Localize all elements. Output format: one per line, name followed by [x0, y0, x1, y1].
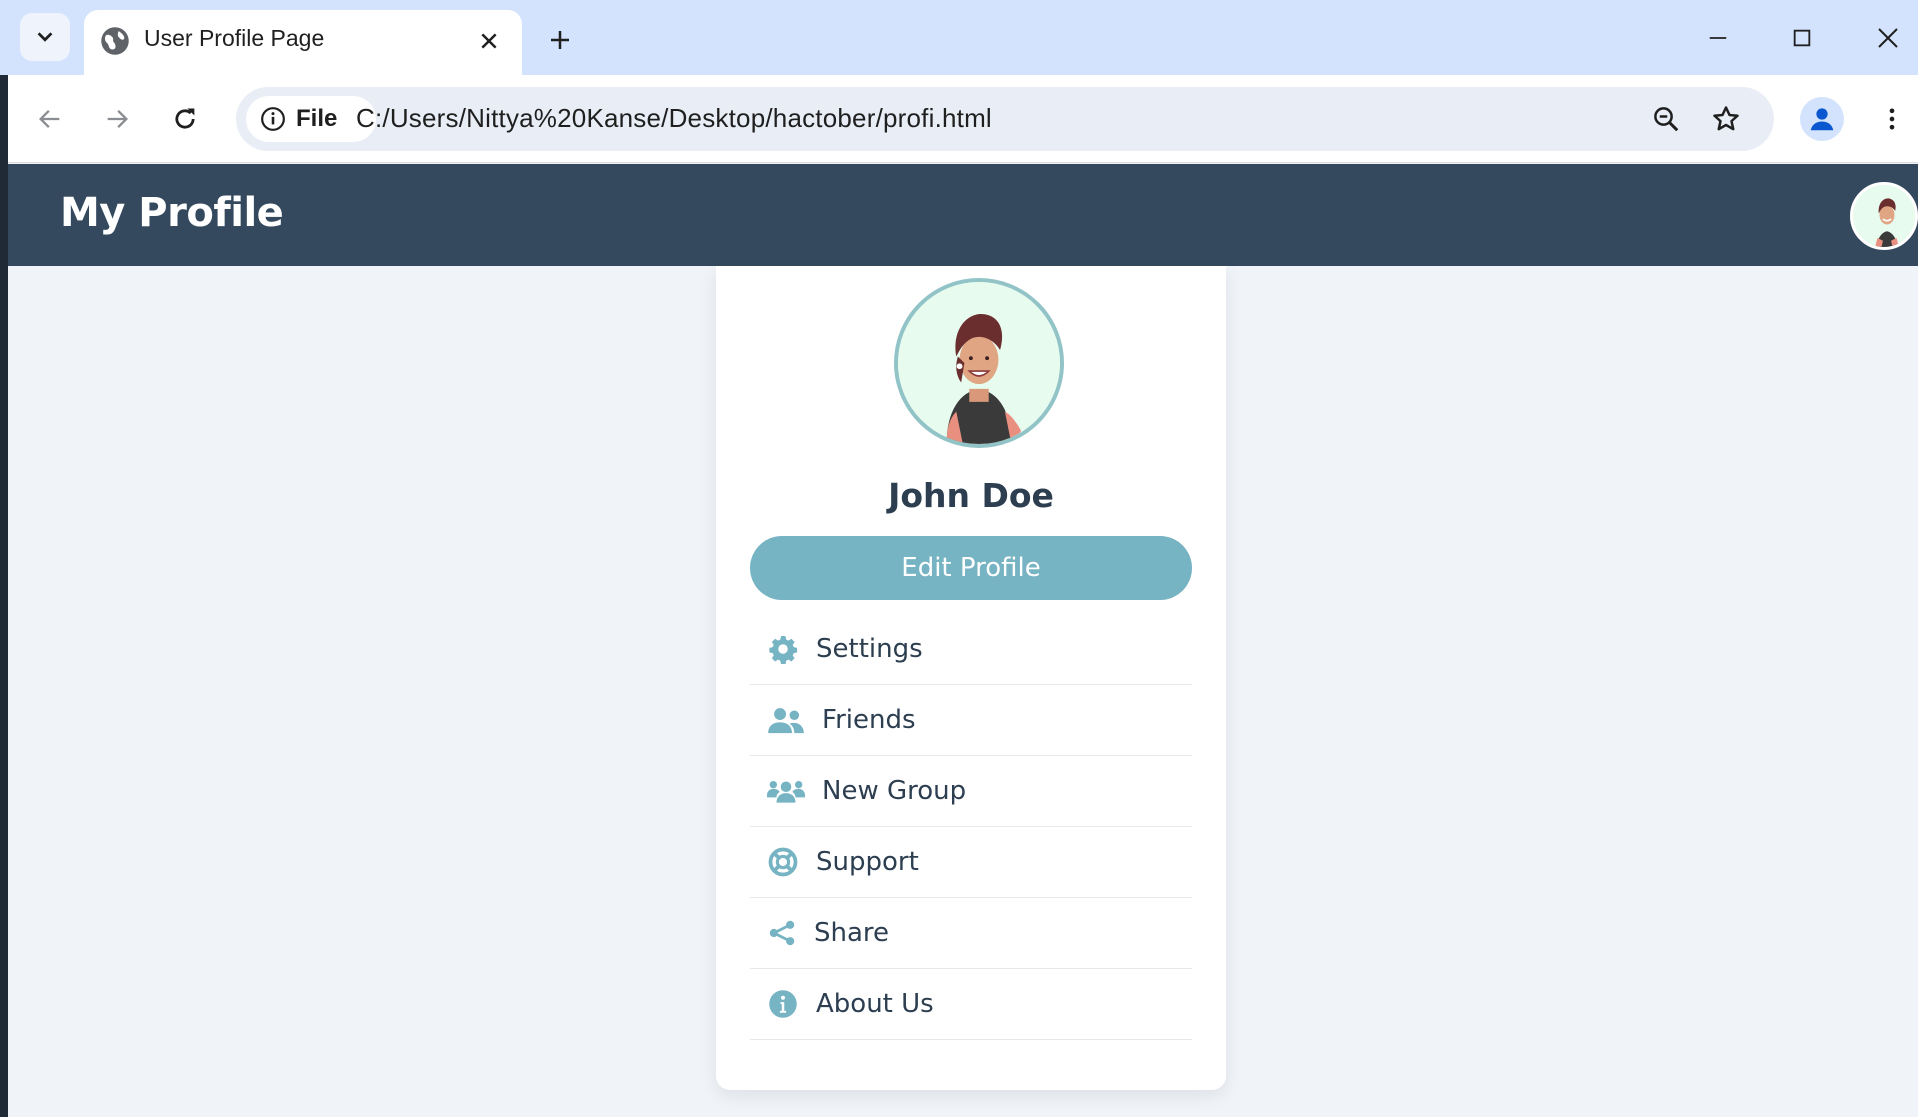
tab-title: User Profile Page [144, 25, 325, 51]
edit-profile-button[interactable]: Edit Profile [750, 536, 1192, 600]
forward-button[interactable] [95, 97, 139, 141]
header-avatar[interactable] [1850, 182, 1918, 250]
app-header: My Profile [8, 164, 1918, 266]
menu-item-label: Share [814, 918, 890, 948]
reload-icon [175, 108, 195, 129]
arrow-right-icon [107, 110, 128, 128]
user-group-icon [766, 703, 806, 737]
menu-item-label: Support [816, 847, 919, 877]
info-circle-icon [766, 987, 800, 1021]
address-bar[interactable]: File C:/Users/Nittya%20Kanse/Desktop/hac… [236, 87, 1774, 151]
more-vert-icon [1889, 108, 1895, 130]
page-title: My Profile [60, 190, 284, 236]
info-icon [261, 107, 285, 131]
minimize-button[interactable] [1698, 18, 1738, 58]
plus-icon [551, 31, 569, 49]
profile-menu: Settings Friends New Group Support Share… [750, 614, 1192, 1040]
zoom-button[interactable] [1646, 99, 1686, 139]
avatar-illustration [898, 282, 1060, 444]
browser-tab[interactable]: User Profile Page [84, 10, 522, 75]
menu-item-label: Settings [816, 634, 923, 664]
minimize-icon [1709, 37, 1727, 39]
profile-avatar[interactable] [894, 278, 1064, 448]
browser-menu-button[interactable] [1870, 97, 1914, 141]
bookmark-button[interactable] [1706, 99, 1746, 139]
globe-icon [101, 27, 129, 55]
browser-toolbar: File C:/Users/Nittya%20Kanse/Desktop/hac… [0, 75, 1918, 163]
menu-item-settings[interactable]: Settings [750, 614, 1192, 685]
page-viewport: My Profile John Doe Edit Profile Setting… [8, 164, 1918, 1117]
zoom-out-icon [1654, 107, 1679, 132]
maximize-icon [1793, 29, 1811, 47]
url-text[interactable]: C:/Users/Nittya%20Kanse/Desktop/hactober… [356, 103, 992, 134]
share-icon [766, 916, 798, 950]
menu-item-friends[interactable]: Friends [750, 685, 1192, 756]
menu-item-label: Friends [822, 705, 916, 735]
menu-item-label: About Us [816, 989, 934, 1019]
menu-item-label: New Group [822, 776, 967, 806]
back-button[interactable] [28, 97, 72, 141]
close-window-button[interactable] [1868, 18, 1908, 58]
new-tab-button[interactable] [540, 20, 580, 60]
window-edge [0, 75, 8, 1117]
site-chip-label: File [296, 105, 338, 132]
menu-item-support[interactable]: Support [750, 827, 1192, 898]
close-icon [1878, 28, 1898, 48]
maximize-button[interactable] [1782, 18, 1822, 58]
users-icon [766, 774, 806, 808]
user-name: John Doe [888, 476, 1054, 515]
gear-icon [766, 632, 800, 666]
close-icon [481, 33, 497, 49]
avatar-illustration [1853, 185, 1915, 247]
tab-strip: User Profile Page [0, 0, 1918, 75]
person-icon [1810, 108, 1834, 131]
tab-close-button[interactable] [472, 24, 506, 58]
star-icon [1713, 106, 1739, 131]
arrow-left-icon [39, 110, 60, 128]
tab-search-button[interactable] [20, 13, 70, 61]
menu-item-about-us[interactable]: About Us [750, 969, 1192, 1040]
menu-item-share[interactable]: Share [750, 898, 1192, 969]
life-ring-icon [766, 845, 800, 879]
reload-button[interactable] [163, 97, 207, 141]
profile-card: John Doe Edit Profile Settings Friends N… [716, 266, 1226, 1090]
chevron-down-icon [37, 32, 53, 42]
profile-button[interactable] [1800, 97, 1844, 141]
menu-item-new-group[interactable]: New Group [750, 756, 1192, 827]
